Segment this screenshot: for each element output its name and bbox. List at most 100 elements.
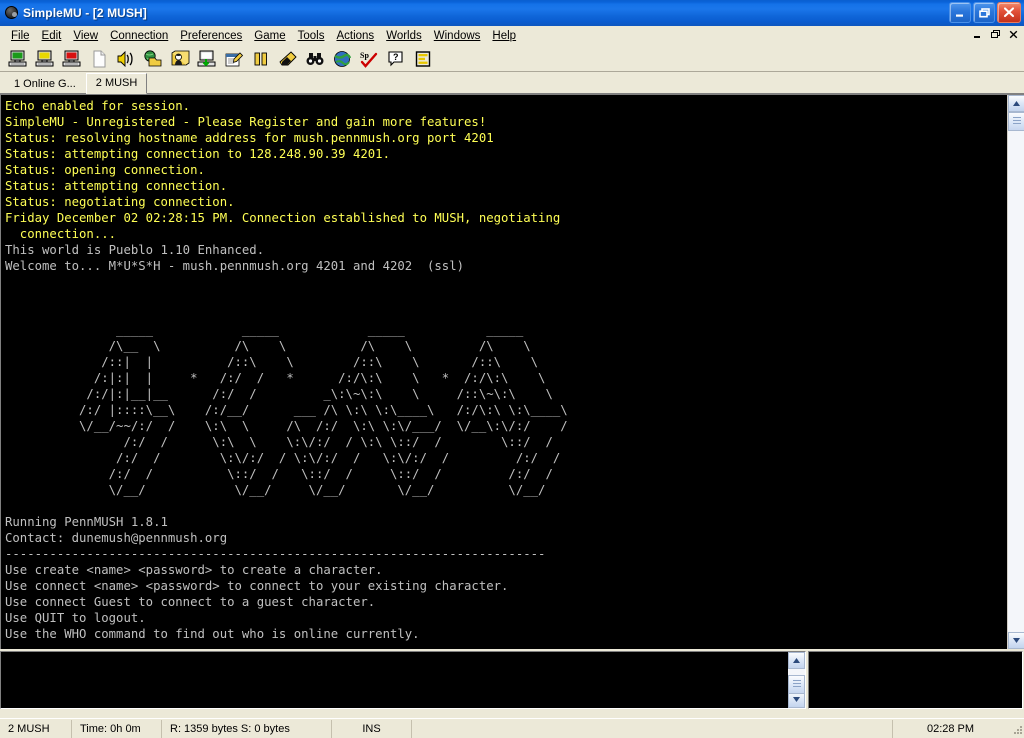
terminal-line: _____ _____ _____ _____: [116, 323, 524, 337]
terminal-line: Use the WHO command to find out who is o…: [5, 627, 420, 641]
terminal-line: /:/|:|__|__ /:/ / _\:\~\:\ \ /::\~\:\ \: [86, 387, 553, 401]
menu-help-label: Help: [492, 29, 517, 42]
command-input-wrapper[interactable]: [0, 651, 806, 709]
scroll-up-button[interactable]: [1008, 95, 1024, 112]
edit-notes-icon[interactable]: [220, 47, 247, 71]
menu-file[interactable]: File: [5, 28, 36, 45]
globe-icon[interactable]: [328, 47, 355, 71]
status-clock: 02:28 PM: [926, 722, 975, 735]
terminal-line: /:/ / \:\/:/ / \:\/:/ / \:\/:/ / /:/ /: [116, 451, 561, 465]
character-icon[interactable]: [166, 47, 193, 71]
terminal-line: This world is Pueblo 1.10 Enhanced.: [5, 243, 265, 257]
input-scroll-track[interactable]: [788, 669, 805, 694]
client-area: Echo enabled for session. SimpleMU - Unr…: [0, 94, 1024, 718]
disconnect-world-icon[interactable]: [31, 47, 58, 71]
help-icon[interactable]: ?: [382, 47, 409, 71]
download-icon[interactable]: [193, 47, 220, 71]
minimize-button[interactable]: [949, 2, 971, 23]
terminal-line: Running PennMUSH 1.8.1: [5, 515, 168, 529]
terminal-output[interactable]: Echo enabled for session. SimpleMU - Unr…: [1, 95, 1007, 649]
terminal-line: Welcome to... M*U*S*H - mush.pennmush.or…: [5, 259, 465, 273]
scroll-thumb[interactable]: [1008, 112, 1024, 131]
terminal-line: Status: opening connection.: [5, 163, 205, 177]
menu-actions[interactable]: Actions: [330, 28, 380, 45]
terminal-line: Friday December 02 02:28:15 PM. Connecti…: [5, 211, 561, 225]
mdi-restore-button[interactable]: [987, 27, 1004, 42]
menu-preferences-label: Preferences: [180, 29, 243, 42]
menu-view[interactable]: View: [67, 28, 104, 45]
open-folder-world-icon[interactable]: [139, 47, 166, 71]
input-scroll-thumb[interactable]: [788, 675, 805, 694]
terminal-line: Status: negotiating connection.: [5, 195, 235, 209]
tab-online-games[interactable]: 1 Online G...: [4, 74, 86, 93]
terminal-line: Status: attempting connection.: [5, 179, 228, 193]
mdi-close-button[interactable]: [1005, 27, 1022, 42]
svg-text:Sp: Sp: [360, 51, 369, 60]
resize-gripper-icon[interactable]: [1010, 722, 1024, 736]
menu-help[interactable]: Help: [486, 28, 522, 45]
terminal-line: Status: resolving hostname address for m…: [5, 131, 494, 145]
highlighter-icon[interactable]: [274, 47, 301, 71]
close-button[interactable]: [997, 2, 1021, 23]
menu-game[interactable]: Game: [248, 28, 291, 45]
scroll-down-button[interactable]: [1008, 632, 1024, 649]
menu-edit[interactable]: Edit: [36, 28, 68, 45]
terminal-line: ----------------------------------------…: [5, 643, 545, 649]
terminal-line: ----------------------------------------…: [5, 547, 546, 561]
editor-icon[interactable]: [409, 47, 436, 71]
new-document-icon[interactable]: [85, 47, 112, 71]
title-bar: SimpleMU - [2 MUSH]: [0, 0, 1024, 26]
status-bar: 2 MUSH Time: 0h 0m R: 1359 bytes S: 0 by…: [0, 718, 1024, 738]
svg-text:?: ?: [393, 52, 399, 62]
window-title: SimpleMU - [2 MUSH]: [23, 6, 147, 20]
menu-connection[interactable]: Connection: [104, 28, 174, 45]
command-input[interactable]: [1, 652, 788, 708]
terminal-line: /::| | /::\ \ /::\ \ /::\ \: [101, 355, 539, 369]
terminal-line: Use connect <name> <password> to connect…: [5, 579, 509, 593]
terminal-line: /:|:| | * /:/ / * /:/\:\ \ * /:/\:\ \: [93, 371, 546, 385]
terminal-line: \/__/ \/__/ \/__/ \/__/ \/__/: [108, 483, 546, 497]
tab-mush[interactable]: 2 MUSH: [85, 73, 148, 94]
output-scrollbar[interactable]: [1007, 95, 1024, 649]
mdi-window-controls: [969, 27, 1022, 42]
status-time: Time: 0h 0m: [72, 719, 162, 738]
terminal-line: /:/ / \:\ \ \:\/:/ / \:\ \::/ / \::/ /: [123, 435, 553, 449]
app-globe-icon: [3, 5, 19, 21]
scroll-track[interactable]: [1008, 112, 1024, 632]
mdi-minimize-button[interactable]: [969, 27, 986, 42]
terminal-line: Use QUIT to logout.: [5, 611, 146, 625]
terminal-line: \/__/~~/:/ / \:\ \ /\ /:/ \:\ \:\/___/ \…: [79, 419, 568, 433]
pause-icon[interactable]: [247, 47, 274, 71]
terminal-line: Contact: dunemush@pennmush.org: [5, 531, 228, 545]
close-world-icon[interactable]: [58, 47, 85, 71]
sound-icon[interactable]: [112, 47, 139, 71]
menu-actions-label: Actions: [336, 29, 375, 42]
terminal-line: SimpleMU - Unregistered - Please Registe…: [5, 115, 487, 129]
spellcheck-icon[interactable]: Sp: [355, 47, 382, 71]
menu-windows-label: Windows: [433, 29, 481, 42]
terminal-line: Use create <name> <password> to create a…: [5, 563, 383, 577]
menu-preferences[interactable]: Preferences: [174, 28, 248, 45]
side-input-panel[interactable]: [808, 651, 1023, 709]
menu-worlds[interactable]: Worlds: [380, 28, 428, 45]
terminal-line: /:/ / \::/ / \::/ / \::/ / /:/ /: [108, 467, 553, 481]
world-tab-strip: 1 Online G... 2 MUSH: [0, 72, 1024, 94]
menu-windows[interactable]: Windows: [428, 28, 487, 45]
terminal-line: Use connect Guest to connect to a guest …: [5, 595, 376, 609]
input-scroll-up-button[interactable]: [788, 652, 805, 669]
connect-world-icon[interactable]: [4, 47, 31, 71]
window-controls: [949, 2, 1021, 23]
terminal-line: Echo enabled for session.: [5, 99, 191, 113]
menu-tools[interactable]: Tools: [292, 28, 331, 45]
input-row: [0, 649, 1024, 709]
menu-connection-label: Connection: [110, 29, 169, 42]
simplemu-window: SimpleMU - [2 MUSH] File Edit View Conne…: [0, 0, 1024, 738]
restore-button[interactable]: [973, 2, 995, 23]
menu-edit-label: Edit: [41, 29, 62, 42]
status-world: 2 MUSH: [0, 719, 72, 738]
status-bytes: R: 1359 bytes S: 0 bytes: [162, 719, 332, 738]
command-input-scrollbar[interactable]: [788, 652, 805, 708]
binoculars-icon[interactable]: [301, 47, 328, 71]
output-row: Echo enabled for session. SimpleMU - Unr…: [0, 94, 1024, 649]
terminal-line: connection...: [19, 227, 117, 241]
